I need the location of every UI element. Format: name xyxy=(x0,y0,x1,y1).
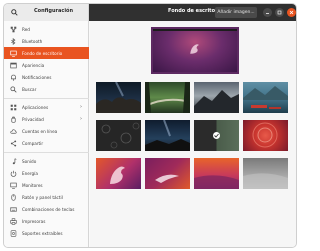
sidebar-item-privacidad[interactable]: Privacidad › xyxy=(4,113,89,125)
chevron-right-icon: › xyxy=(80,116,82,122)
sidebar-item-buscar[interactable]: Buscar xyxy=(4,83,89,95)
wallpaper-dark-floral[interactable] xyxy=(96,120,141,151)
header-right: Fondo de escritorio Añadir imagen... xyxy=(89,4,296,21)
search-icon xyxy=(11,9,18,16)
sidebar-item-label: Notificaciones xyxy=(22,74,52,80)
search-button[interactable] xyxy=(9,7,20,18)
sidebar-item-aplicaciones[interactable]: Aplicaciones › xyxy=(4,101,89,113)
mascot-icon xyxy=(110,166,125,184)
add-image-button[interactable]: Añadir imagen... xyxy=(215,7,257,18)
wallpaper-grey-gradient[interactable] xyxy=(243,158,288,189)
sidebar-divider xyxy=(4,98,89,99)
sidebar-item-label: Energía xyxy=(22,170,38,176)
app-title: Configuración xyxy=(34,8,74,14)
cloud-icon xyxy=(10,128,17,135)
chevron-right-icon: › xyxy=(80,104,82,110)
wallpaper-milky-way-rocks[interactable] xyxy=(96,82,141,113)
sidebar-item-combinaciones-de-teclas[interactable]: Combinaciones de teclas xyxy=(4,203,89,215)
sidebar-item-notificaciones[interactable]: Notificaciones xyxy=(4,71,89,83)
boat-icon xyxy=(243,86,288,109)
sidebar-item-label: Ratón y panel táctil xyxy=(22,194,63,200)
music-icon xyxy=(10,157,17,165)
header-left: Configuración xyxy=(4,4,89,21)
wallpaper-purple-mascot[interactable] xyxy=(96,158,141,189)
sidebar-item-sonido[interactable]: Sonido xyxy=(4,155,89,167)
sidebar-item-label: Aplicaciones xyxy=(22,104,49,110)
minimize-button[interactable] xyxy=(263,8,272,17)
floral-pattern-icon xyxy=(101,122,140,149)
wallpaper-night-sky[interactable] xyxy=(145,120,190,151)
wallpaper-forest-bridge[interactable] xyxy=(145,82,190,113)
sidebar-item-label: Sonido xyxy=(22,158,37,164)
sidebar-item-red[interactable]: Red xyxy=(4,23,89,35)
media-icon xyxy=(10,229,17,237)
swoosh-icon xyxy=(155,174,179,183)
close-icon xyxy=(289,10,294,15)
landscape-icon xyxy=(96,82,141,113)
sidebar-item-label: Monitores xyxy=(22,182,43,188)
preview-top-bar xyxy=(153,29,237,31)
split-view-icon xyxy=(213,132,220,139)
sidebar-item-label: Fondo de escritorio xyxy=(22,50,63,56)
sidebar-item-fondo-de-escritorio[interactable]: Fondo de escritorio xyxy=(4,47,89,59)
sidebar-item-label: Privacidad xyxy=(22,116,44,122)
maximize-icon xyxy=(277,10,282,15)
sidebar-item-label: Apariencia xyxy=(22,62,45,68)
close-button[interactable] xyxy=(287,8,296,17)
sidebar-item-soportes-extraibles[interactable]: Soportes extraíbles xyxy=(4,227,89,239)
sidebar-item-bluetooth[interactable]: Bluetooth xyxy=(4,35,89,47)
wallpaper-mountain-ridge[interactable] xyxy=(194,82,239,113)
sidebar-divider xyxy=(4,152,89,153)
appearance-icon xyxy=(10,62,17,69)
maximize-button[interactable] xyxy=(275,8,284,17)
monitor-icon xyxy=(10,182,17,189)
mountain-icon xyxy=(194,90,239,113)
gradient-waves-icon xyxy=(194,175,239,189)
grey-waves-icon xyxy=(243,173,288,189)
settings-window: Configuración Fondo de escritorio Añadir… xyxy=(3,3,297,248)
sidebar-item-label: Cuentas en línea xyxy=(22,128,58,134)
search-icon xyxy=(10,85,17,93)
circles-pattern-icon xyxy=(252,122,278,148)
sidebar-item-compartir[interactable]: Compartir xyxy=(4,137,89,149)
sidebar-item-monitores[interactable]: Monitores xyxy=(4,179,89,191)
printer-icon xyxy=(10,217,17,225)
apps-icon xyxy=(10,104,17,111)
sidebar-item-label: Buscar xyxy=(22,86,37,92)
sidebar-item-label: Impresoras xyxy=(22,218,46,224)
share-icon xyxy=(10,139,17,147)
sidebar-item-label: Combinaciones de teclas xyxy=(22,206,75,212)
night-sky-icon xyxy=(145,120,190,151)
wallpaper-red-boat-lake[interactable] xyxy=(243,82,288,113)
wallpaper-pink-circles[interactable] xyxy=(243,120,288,151)
current-wallpaper-preview xyxy=(151,27,239,74)
preview-desktop xyxy=(153,29,237,72)
header-bar: Configuración Fondo de escritorio Añadir… xyxy=(4,4,296,21)
power-icon xyxy=(10,170,17,177)
sidebar-item-energia[interactable]: Energía xyxy=(4,167,89,179)
sidebar-item-impresoras[interactable]: Impresoras xyxy=(4,215,89,227)
wallpaper-orange-gradient[interactable] xyxy=(194,158,239,189)
sidebar-item-cuentas-en-linea[interactable]: Cuentas en línea xyxy=(4,125,89,137)
mascot-icon xyxy=(190,44,199,54)
bell-icon xyxy=(10,74,17,81)
keyboard-icon xyxy=(10,206,17,213)
sidebar-item-label: Red xyxy=(22,26,30,32)
mouse-icon xyxy=(10,193,17,201)
bluetooth-icon xyxy=(10,37,17,45)
sidebar-item-label: Compartir xyxy=(22,140,44,146)
sidebar: Red Bluetooth Fondo de escritorio Aparie… xyxy=(4,21,89,247)
sidebar-item-label: Soportes extraíbles xyxy=(22,230,63,236)
network-icon xyxy=(10,26,17,33)
minimize-icon xyxy=(266,13,269,14)
forest-bridge-icon xyxy=(145,82,190,113)
main-content xyxy=(90,21,296,247)
wallpaper-split-green-dark[interactable] xyxy=(194,120,239,151)
sidebar-item-apariencia[interactable]: Apariencia xyxy=(4,59,89,71)
sidebar-item-raton-y-panel-tactil[interactable]: Ratón y panel táctil xyxy=(4,191,89,203)
desktop-icon xyxy=(10,50,17,57)
wallpaper-purple-swoosh[interactable] xyxy=(145,158,190,189)
sidebar-item-label: Bluetooth xyxy=(22,38,43,44)
hand-icon xyxy=(10,116,17,123)
